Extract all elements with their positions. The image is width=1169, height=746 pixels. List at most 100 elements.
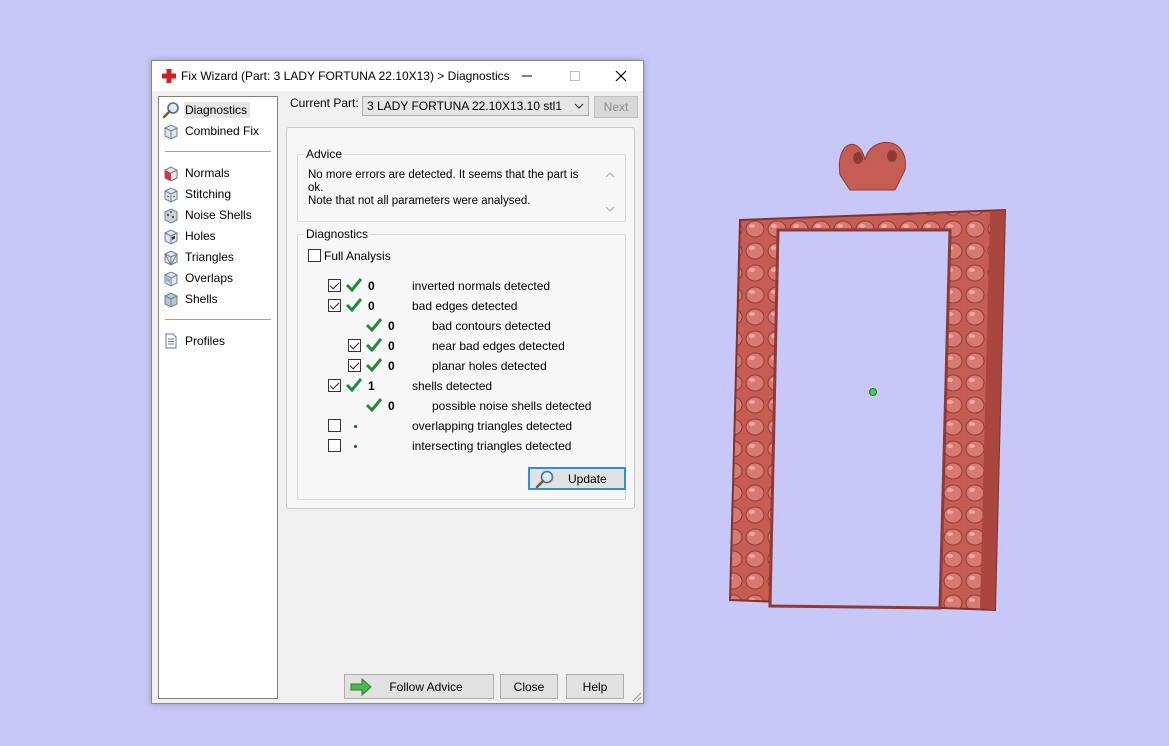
checkmark-icon — [345, 298, 363, 313]
nav-separator — [165, 319, 271, 320]
minimize-icon — [522, 75, 532, 77]
nav-label: Stitching — [185, 187, 232, 201]
shells-checkbox[interactable] — [328, 379, 341, 392]
current-part-label: Current Part: — [290, 96, 359, 110]
advice-text: No more errors are detected. It seems th… — [308, 169, 593, 208]
close-window-button[interactable] — [598, 61, 644, 91]
minimize-button[interactable] — [504, 61, 550, 91]
nav-item-combined-fix[interactable]: Combined Fix — [162, 121, 262, 141]
near-bad-edges-label: near bad edges detected — [432, 339, 565, 353]
checkmark-icon — [365, 398, 383, 413]
checkmark-icon — [345, 278, 363, 293]
follow-advice-button[interactable]: Follow Advice — [344, 674, 494, 699]
bad-edges-checkbox[interactable] — [328, 299, 341, 312]
shells-label: shells detected — [412, 379, 493, 393]
pendant-model — [728, 141, 1007, 612]
chevron-down-icon — [574, 103, 584, 109]
magnifier-icon — [535, 470, 554, 488]
full-analysis-checkbox[interactable] — [308, 249, 321, 262]
noise-shells-count: 0 — [388, 399, 395, 413]
diagnostics-title: Diagnostics — [304, 227, 371, 241]
normals-cube-icon — [164, 166, 178, 182]
checkmark-icon — [365, 318, 383, 333]
bad-contours-count: 0 — [388, 319, 395, 333]
nav-item-holes[interactable]: Holes — [162, 226, 219, 246]
advice-group: Advice No more errors are detected. It s… — [297, 147, 626, 222]
resize-grip-icon[interactable] — [632, 692, 642, 702]
nav-item-stitching[interactable]: Stitching — [162, 184, 234, 204]
checkmark-icon — [345, 378, 363, 393]
cube-icon — [164, 124, 178, 140]
nav-item-noise-shells[interactable]: Noise Shells — [162, 205, 255, 225]
near-bad-edges-checkbox[interactable] — [348, 339, 361, 352]
nav-item-triangles[interactable]: Triangles — [162, 247, 237, 267]
stitching-cube-icon — [164, 187, 178, 203]
overlapping-triangles-label: overlapping triangles detected — [412, 419, 573, 433]
update-button[interactable]: Update — [528, 467, 626, 490]
nav-label: Shells — [185, 292, 218, 306]
checkmark-icon — [365, 358, 383, 373]
nav-label: Overlaps — [185, 271, 234, 285]
nav-label: Profiles — [185, 334, 226, 348]
nav-label: Holes — [185, 229, 216, 243]
diagnostics-group: Diagnostics Full Analysis 0 inverted nor… — [297, 227, 626, 500]
inverted-normals-count: 0 — [368, 279, 375, 293]
fix-wizard-window: Fix Wizard (Part: 3 LADY FORTUNA 22.10X1… — [151, 60, 644, 704]
planar-holes-label: planar holes detected — [432, 359, 547, 373]
magnifier-icon — [162, 102, 179, 119]
triangles-cube-icon — [164, 250, 178, 266]
advice-line: No more errors are detected. It seems th… — [308, 169, 579, 194]
update-label: Update — [568, 471, 607, 486]
advice-line: Note that not all parameters were analys… — [308, 195, 531, 207]
nav-item-diagnostics[interactable]: Diagnostics — [162, 100, 251, 120]
nav-item-profiles[interactable]: Profiles — [162, 331, 228, 351]
inverted-normals-label: inverted normals detected — [412, 279, 551, 293]
document-icon — [165, 333, 177, 349]
green-arrow-icon — [350, 678, 372, 696]
follow-advice-label: Follow Advice — [389, 679, 463, 694]
nav-item-normals[interactable]: Normals — [162, 163, 233, 183]
help-button[interactable]: Help — [566, 674, 624, 699]
pending-dot-icon — [354, 445, 357, 448]
pending-dot-icon — [354, 425, 357, 428]
planar-holes-checkbox[interactable] — [348, 359, 361, 372]
nav-label: Normals — [185, 166, 230, 180]
bad-contours-label: bad contours detected — [432, 319, 551, 333]
planar-holes-count: 0 — [388, 359, 395, 373]
checkmark-icon — [365, 338, 383, 353]
nav-item-shells[interactable]: Shells — [162, 289, 221, 309]
model-viewport[interactable] — [700, 130, 1020, 650]
close-button[interactable]: Close — [500, 674, 558, 699]
pivot-point-marker — [869, 388, 877, 396]
nav-label: Noise Shells — [185, 208, 252, 222]
nav-label: Triangles — [185, 250, 234, 264]
noise-shells-label: possible noise shells detected — [432, 399, 592, 413]
nav-separator — [165, 151, 271, 152]
bad-edges-count: 0 — [368, 299, 375, 313]
wizard-nav-panel: Diagnostics Combined Fix Normals Stitchi… — [158, 96, 278, 699]
advice-scrollbar[interactable] — [603, 169, 617, 215]
nav-item-overlaps[interactable]: Overlaps — [162, 268, 236, 288]
current-part-value: 3 LADY FORTUNA 22.10X13.10 stl1 — [367, 99, 562, 113]
full-analysis-label: Full Analysis — [324, 249, 391, 263]
inverted-normals-checkbox[interactable] — [328, 279, 341, 292]
nav-label: Diagnostics — [184, 102, 251, 118]
diagnostics-panel: Advice No more errors are detected. It s… — [286, 127, 635, 509]
shells-count: 1 — [368, 379, 375, 393]
title-bar[interactable]: Fix Wizard (Part: 3 LADY FORTUNA 22.10X1… — [152, 61, 643, 91]
red-cross-icon — [162, 69, 176, 83]
maximize-button — [552, 61, 598, 91]
close-icon — [615, 70, 627, 82]
noise-shells-icon — [164, 208, 178, 224]
overlaps-cube-icon — [164, 271, 178, 287]
next-button[interactable]: Next — [594, 96, 638, 118]
nav-label: Combined Fix — [185, 124, 260, 138]
intersecting-triangles-checkbox[interactable] — [328, 439, 341, 452]
overlapping-triangles-checkbox[interactable] — [328, 419, 341, 432]
near-bad-edges-count: 0 — [388, 339, 395, 353]
bad-edges-label: bad edges detected — [412, 299, 518, 313]
maximize-icon — [570, 71, 580, 81]
window-title: Fix Wizard (Part: 3 LADY FORTUNA 22.10X1… — [181, 69, 510, 83]
advice-title: Advice — [304, 147, 345, 161]
current-part-select[interactable]: 3 LADY FORTUNA 22.10X13.10 stl1 — [362, 96, 589, 116]
